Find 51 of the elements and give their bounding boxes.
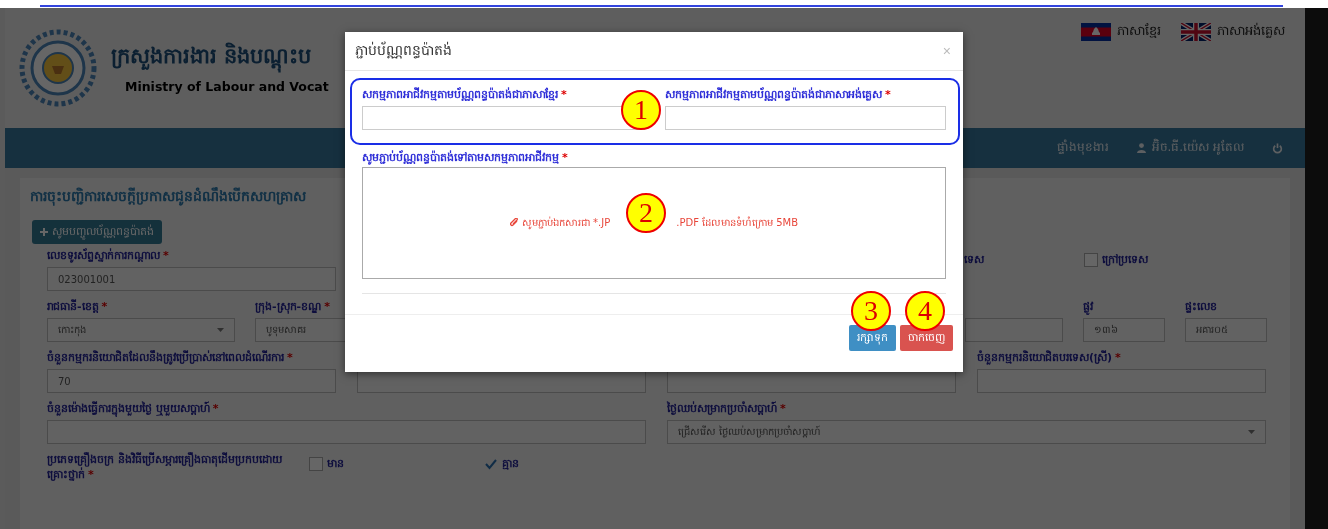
- caret-icon: [217, 328, 224, 332]
- plus-icon: [40, 228, 48, 236]
- checkbox-label: គ្មាន: [502, 456, 519, 472]
- field-label: ផ្លូវ: [1083, 299, 1093, 315]
- field-label: ផ្ទះលេខ: [1185, 299, 1217, 315]
- field-label: ចំនួនកម្មករនិយោជិតដែលនឹងត្រូវប្រើប្រាស់នៅពេលដំណើរការ *: [47, 350, 293, 366]
- ministry-title: ក្រសួងការងារ និងបណ្តុះប: [111, 42, 312, 73]
- close-button[interactable]: ×: [942, 43, 951, 59]
- checkbox-label: ក្រៅប្រទេស: [1102, 252, 1148, 268]
- field-label: ក្រុង-ស្រុក-ខណ្ឌ *: [255, 299, 330, 315]
- emblem-icon: [19, 29, 97, 107]
- checkbox[interactable]: [309, 457, 323, 471]
- input-field[interactable]: [965, 318, 1063, 342]
- input-field[interactable]: 023001001: [47, 267, 336, 291]
- field-label: ប្រភេទគ្រឿងចក្រ និងវិធីប្រើសម្ភារគ្រឿងធាតុដើមប្រកបដោយគ្រោះថ្នាក់ *: [47, 452, 283, 483]
- field-label: ថ្ងៃឈប់សម្រាកប្រចាំសប្តាហ៍ *: [667, 401, 786, 417]
- paperclip-icon: [509, 218, 519, 228]
- language-link[interactable]: ភាសាអង់គ្លេស: [1181, 22, 1285, 41]
- save-button[interactable]: រក្សាទុក: [849, 325, 896, 351]
- page-title: ការចុះបញ្ជិការសេចក្តីប្រកាសជូនដំណឹងបើកសហគ្រាស: [30, 187, 306, 208]
- input-field[interactable]: អគារ០៥: [1185, 318, 1267, 342]
- field-label: ចំនួនម៉ោងធ្វើការក្នុងមួយថ្ងៃ ឬមួយសប្តាហ៍ *: [47, 401, 219, 417]
- field-label: រាជធានី-ខេត្ត *: [47, 299, 108, 315]
- select-field[interactable]: កោះកុង: [47, 318, 235, 342]
- language-link[interactable]: ភាសាខ្មែរ: [1081, 22, 1161, 41]
- option-label: ទេស: [964, 252, 984, 268]
- field-label: ចំនួនកម្មករនិយោជិតបរទេស(ស្រី) *: [977, 350, 1121, 366]
- user-icon: [1136, 143, 1146, 153]
- field-label: សកម្មភាពអាជីវកម្មតាមប័ណ្ណពន្ធប៉ាតង់ជាភាសាខ្មែរ *: [362, 87, 568, 103]
- user-menu[interactable]: អ៊ិច.ធី.យ៉េស អូតែល: [1136, 139, 1244, 157]
- caret-icon: [1248, 430, 1255, 434]
- field-label: សកម្មភាពអាជីវកម្មតាមប័ណ្ណពន្ធប៉ាតង់ជាភាសាអង់គ្លេស *: [665, 87, 892, 103]
- nav-link[interactable]: ផ្ទាំងមុខងារ: [1056, 139, 1109, 157]
- field-label: សូមភ្ជាប់ប័ណ្ណពន្ធប៉ាតង់ទៅតាមសកម្មភាពអាជីវកម្ម *: [362, 150, 569, 166]
- upload-hint: .PDF ដែលមានទំហំក្រោម 5MB: [676, 215, 799, 231]
- exit-button[interactable]: ចាកចេញ: [900, 325, 953, 351]
- power-icon[interactable]: [1272, 142, 1283, 154]
- flag-icon: [1081, 22, 1111, 41]
- ministry-subtitle: Ministry of Labour and Vocat: [124, 79, 329, 94]
- input-field[interactable]: ១៣៦: [1083, 318, 1165, 342]
- checkbox[interactable]: [1084, 253, 1098, 267]
- upload-hint: សូមភ្ជាប់ឯកសារជា *.JP: [521, 215, 611, 231]
- input-field[interactable]: 70: [47, 369, 336, 393]
- checkbox-label: មាន: [327, 456, 344, 472]
- select-field[interactable]: ជ្រើសរើស ថ្ងៃឈប់សម្រាកប្រចាំសប្តាហ៍: [667, 420, 1266, 444]
- input-field[interactable]: [665, 106, 946, 130]
- checkbox[interactable]: [484, 457, 498, 471]
- flag-icon: [1181, 22, 1211, 41]
- field-label: លេខទូរស័ព្ទស្នាក់ការកណ្តាល *: [47, 248, 169, 264]
- dialog-title: ភ្ជាប់ប័ណ្ណពន្ធប៉ាតង់: [355, 40, 452, 61]
- add-patent-button[interactable]: សូមបញ្ចូលប័ណ្ណពន្ធប៉ាតង់: [32, 220, 162, 244]
